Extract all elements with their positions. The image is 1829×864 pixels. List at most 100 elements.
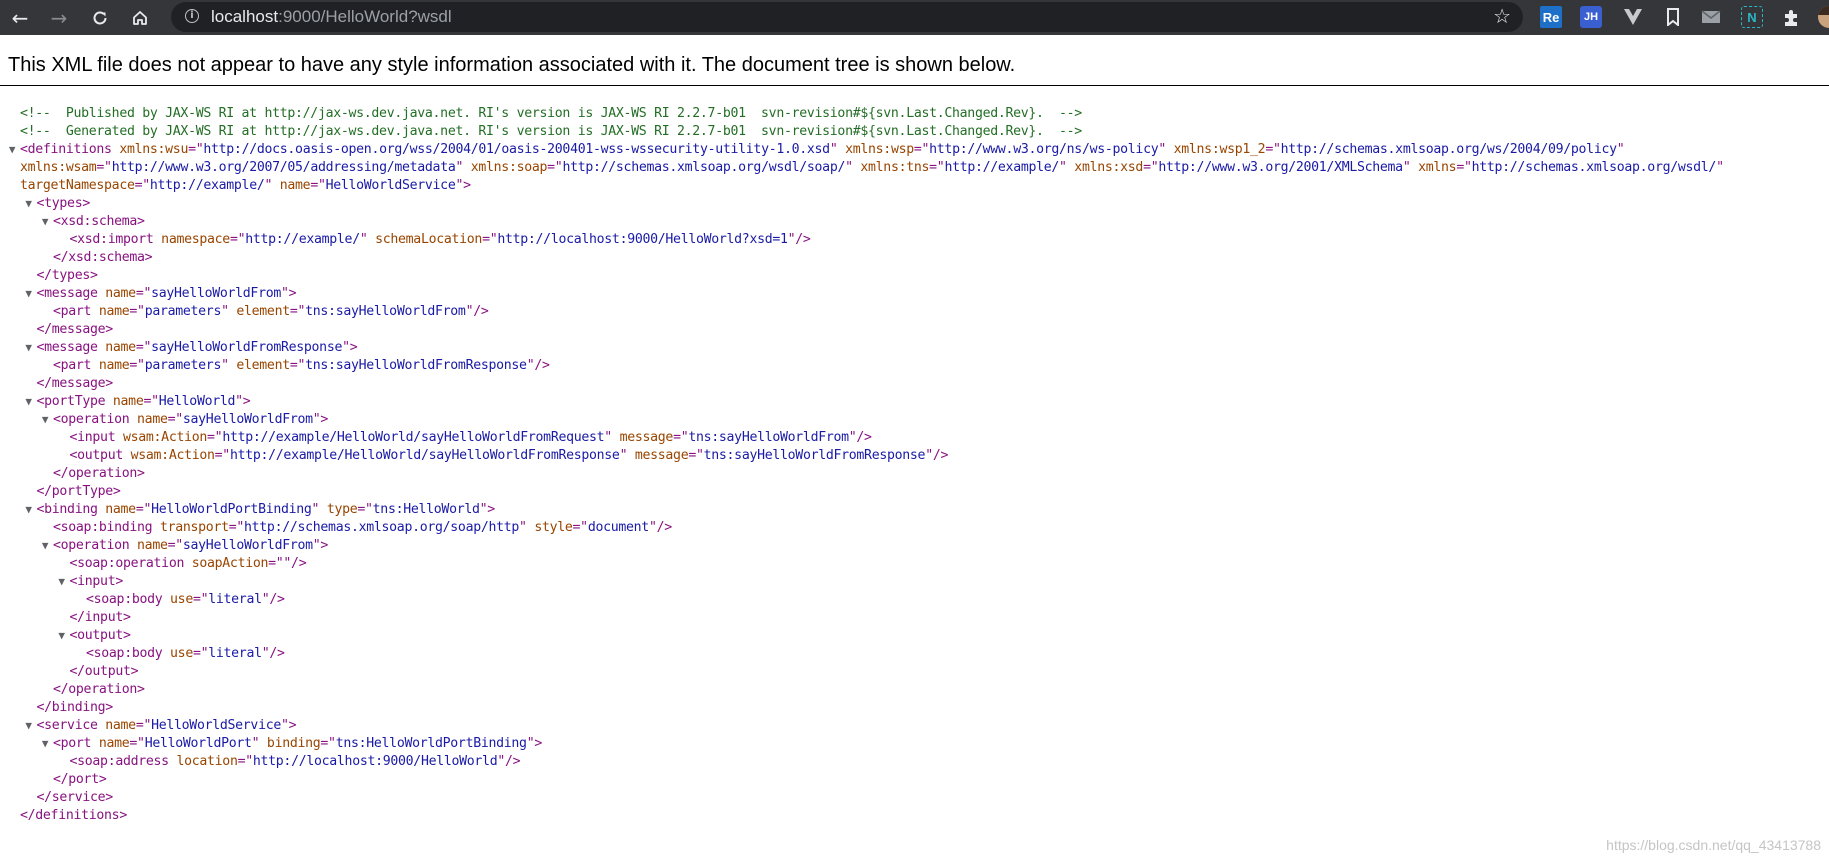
xml-line-content: </portType> [37, 483, 121, 501]
xml-attribute-value: http://example/HelloWorld/sayHelloWorldF… [222, 430, 605, 445]
xml-tag: =" [237, 754, 254, 769]
xml-tag: <input> [69, 574, 124, 589]
xml-tag: =" [289, 304, 306, 319]
xml-tag: </operation> [53, 682, 145, 697]
site-info-icon[interactable]: i [185, 9, 199, 23]
collapse-triangle-icon[interactable]: ▼ [39, 411, 51, 429]
xml-attribute-name: element [228, 304, 290, 319]
collapse-triangle-icon[interactable]: ▼ [23, 717, 35, 735]
xml-attribute-name: message [611, 430, 674, 445]
xml-tag: =" [482, 232, 498, 247]
xml-line: ▼ <message name="sayHelloWorldFrom"> [0, 285, 1829, 303]
xml-line-content: </output> [70, 663, 139, 681]
xml-tag: =" [135, 340, 152, 355]
xml-line: </service> [0, 789, 1829, 807]
reload-icon[interactable] [86, 4, 114, 32]
forward-arrow-icon[interactable]: → [45, 4, 73, 32]
xml-line-content: <soap:body use="literal"/> [86, 645, 285, 663]
xml-line: <part name="parameters" element="tns:say… [0, 357, 1829, 375]
xml-tag: =" [673, 430, 689, 445]
extensions-puzzle-icon[interactable] [1781, 6, 1803, 28]
n-extension-icon[interactable]: N [1741, 6, 1763, 28]
xml-tag: "/> [848, 430, 872, 445]
jh-extension-icon[interactable]: JH [1580, 6, 1602, 28]
xml-line-content: <definitions xmlns:wsu="http://docs.oasi… [20, 141, 1625, 159]
xml-attribute-value: tns:HelloWorld [372, 502, 480, 517]
address-bar[interactable]: i localhost:9000/HelloWorld?wsdl ☆ [171, 2, 1523, 32]
xml-tag: </operation> [53, 466, 145, 481]
xml-line-content: <operation name="sayHelloWorldFrom"> [53, 411, 328, 429]
bookmark-star-icon[interactable]: ☆ [1493, 5, 1511, 27]
profile-avatar[interactable] [1818, 6, 1829, 28]
url-text[interactable]: localhost:9000/HelloWorld?wsdl [211, 7, 452, 27]
xml-line-content: <types> [37, 195, 91, 213]
xml-attribute-value: sayHelloWorldFrom [151, 286, 281, 301]
home-icon[interactable] [126, 4, 154, 32]
xml-tag: "> [312, 412, 329, 427]
xml-tag: =" [320, 736, 336, 751]
xml-line: <output wsam:Action="http://example/Hell… [0, 447, 1829, 465]
xml-tag: =" [357, 502, 373, 517]
collapse-triangle-icon[interactable]: ▼ [23, 393, 35, 411]
xml-line: ▼ <xsd:schema> [0, 213, 1829, 231]
xml-attribute-name: xmlns:soap [463, 160, 548, 175]
xml-line-content: <port name="HelloWorldPort" binding="tns… [53, 735, 542, 753]
xml-line-content: <portType name="HelloWorld"> [37, 393, 251, 411]
collapse-triangle-icon[interactable]: ▼ [39, 537, 51, 555]
xml-attribute-name: schemaLocation [367, 232, 483, 247]
xml-attribute-value: http://schemas.xmlsoap.org/ws/2004/09/po… [1280, 142, 1617, 157]
collapse-triangle-icon[interactable]: ▼ [23, 285, 35, 303]
xml-line: ▼ <operation name="sayHelloWorldFrom"> [0, 537, 1829, 555]
xml-tag: <portType [36, 394, 106, 409]
xml-line: ▼ <binding name="HelloWorldPortBinding" t… [0, 501, 1829, 519]
resume-extension-icon[interactable]: Re [1540, 6, 1562, 28]
xml-attribute-name: xmlns:wsu [111, 142, 189, 157]
xml-tag: "/> [261, 646, 285, 661]
xml-line: <soap:body use="literal"/> [0, 591, 1829, 609]
xml-attribute-value: literal [208, 592, 262, 607]
mail-extension-icon[interactable] [1700, 6, 1722, 28]
xml-line-content: <input> [69, 573, 124, 591]
xml-attribute-value: http://localhost:9000/HelloWorld?xsd=1 [497, 232, 788, 247]
xml-tag: </portType> [36, 484, 121, 499]
xml-line: <soap:binding transport="http://schemas.… [0, 519, 1829, 537]
xml-attribute-name: soapAction [184, 556, 269, 571]
xml-attribute-value: parameters [144, 304, 222, 319]
collapse-triangle-icon[interactable]: ▼ [23, 501, 35, 519]
xml-tag: " [1616, 142, 1625, 157]
xml-tag: =" [572, 520, 589, 535]
xml-attribute-name: xmlns [1410, 160, 1457, 175]
back-arrow-icon[interactable]: ← [6, 4, 34, 32]
collapse-triangle-icon[interactable]: ▼ [56, 573, 68, 591]
collapse-triangle-icon[interactable]: ▼ [56, 627, 68, 645]
xml-line-content: <soap:binding transport="http://schemas.… [53, 519, 672, 537]
xml-tag: =" [192, 592, 209, 607]
xml-attribute-name: wsam:Action [115, 430, 208, 445]
collapse-triangle-icon[interactable]: ▼ [23, 339, 35, 357]
xml-line: targetNamespace="http://example/" name="… [0, 177, 1829, 195]
xml-tag: <output> [69, 628, 131, 643]
xml-line: xmlns:wsam="http://www.w3.org/2007/05/ad… [0, 159, 1829, 177]
xml-line: <xsd:import namespace="http://example/" … [0, 231, 1829, 249]
xml-tag: <message [36, 340, 98, 355]
xml-document-tree: <!-- Published by JAX-WS RI at http://ja… [0, 105, 1829, 825]
xml-tag: =" [135, 718, 152, 733]
xml-tag: =" [547, 160, 563, 175]
xml-attribute-value: http://schemas.xmlsoap.org/soap/http [244, 520, 520, 535]
xml-attribute-value: http://localhost:9000/HelloWorld [252, 754, 498, 769]
xml-tag: "/> [526, 358, 550, 373]
url-host: localhost [211, 7, 279, 26]
collapse-triangle-icon[interactable]: ▼ [39, 213, 51, 231]
xml-line-content: <soap:address location="http://localhost… [70, 753, 521, 771]
xml-tag: <xsd:import [69, 232, 154, 247]
xml-attribute-value: tns:sayHelloWorldFromResponse [305, 358, 527, 373]
xml-line: </operation> [0, 681, 1829, 699]
collapse-triangle-icon[interactable]: ▼ [23, 195, 35, 213]
xml-attribute-value: tns:sayHelloWorldFrom [305, 304, 466, 319]
vue-devtools-extension-icon[interactable] [1622, 6, 1644, 28]
bookmark-extension-icon[interactable] [1662, 6, 1684, 28]
collapse-triangle-icon[interactable]: ▼ [6, 141, 18, 159]
xml-no-style-notice: This XML file does not appear to have an… [8, 54, 1016, 76]
collapse-triangle-icon[interactable]: ▼ [39, 735, 51, 753]
xml-attribute-value: http://example/ [944, 160, 1060, 175]
